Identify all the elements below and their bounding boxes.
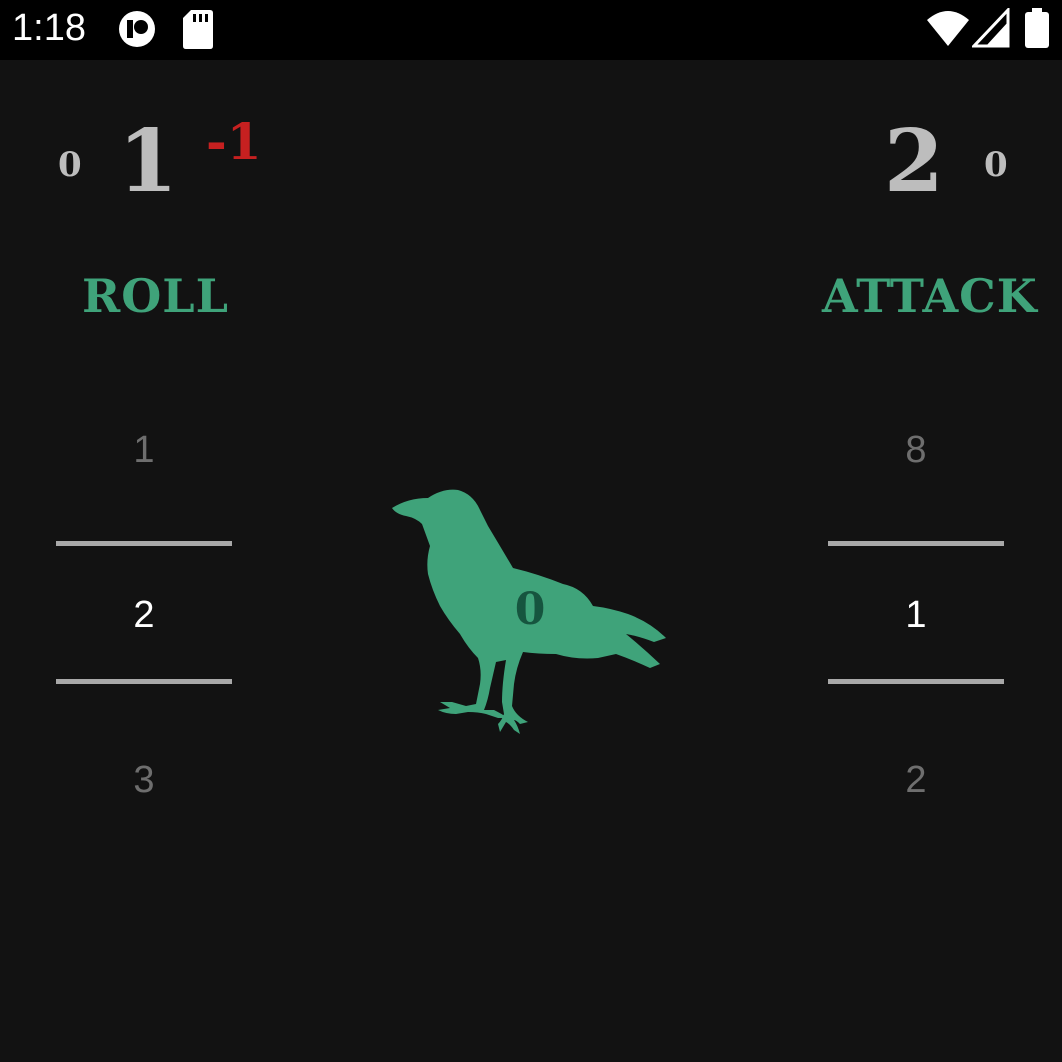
status-time: 1:18 [12,7,86,49]
crow-value: 0 [514,584,546,635]
roll-picker-top-divider [56,541,232,546]
left-small-score: 0 [58,145,82,185]
app-content: 0 1 -1 2 0 ROLL ATTACK 1 2 3 8 1 2 0 [0,60,1062,1062]
roll-picker-option-below[interactable]: 3 [56,755,232,805]
attack-picker-option-above[interactable]: 8 [828,425,1004,475]
roll-picker-bottom-divider [56,679,232,684]
right-small-score: 0 [984,145,1008,185]
attack-picker-option-below[interactable]: 2 [828,755,1004,805]
left-score-modifier: -1 [206,112,262,171]
status-bar: 1:18 [0,0,1062,60]
right-big-score: 2 [884,111,944,212]
attack-picker-top-divider [828,541,1004,546]
signal-icon [970,6,1010,52]
roll-picker[interactable]: 1 2 3 [56,400,232,860]
roll-picker-option-above[interactable]: 1 [56,425,232,475]
roll-picker-selected[interactable]: 2 [56,590,232,640]
attack-picker-bottom-divider [828,679,1004,684]
roll-title: ROLL [82,269,229,323]
battery-icon [1024,8,1050,52]
attack-title: ATTACK [822,269,1038,323]
wifi-icon [926,8,970,52]
attack-picker-selected[interactable]: 1 [828,590,1004,640]
attack-picker[interactable]: 8 1 2 [828,400,1004,860]
left-big-score: 1 [118,111,178,212]
sd-card-icon [182,8,214,54]
notification-circle-icon [116,8,158,54]
